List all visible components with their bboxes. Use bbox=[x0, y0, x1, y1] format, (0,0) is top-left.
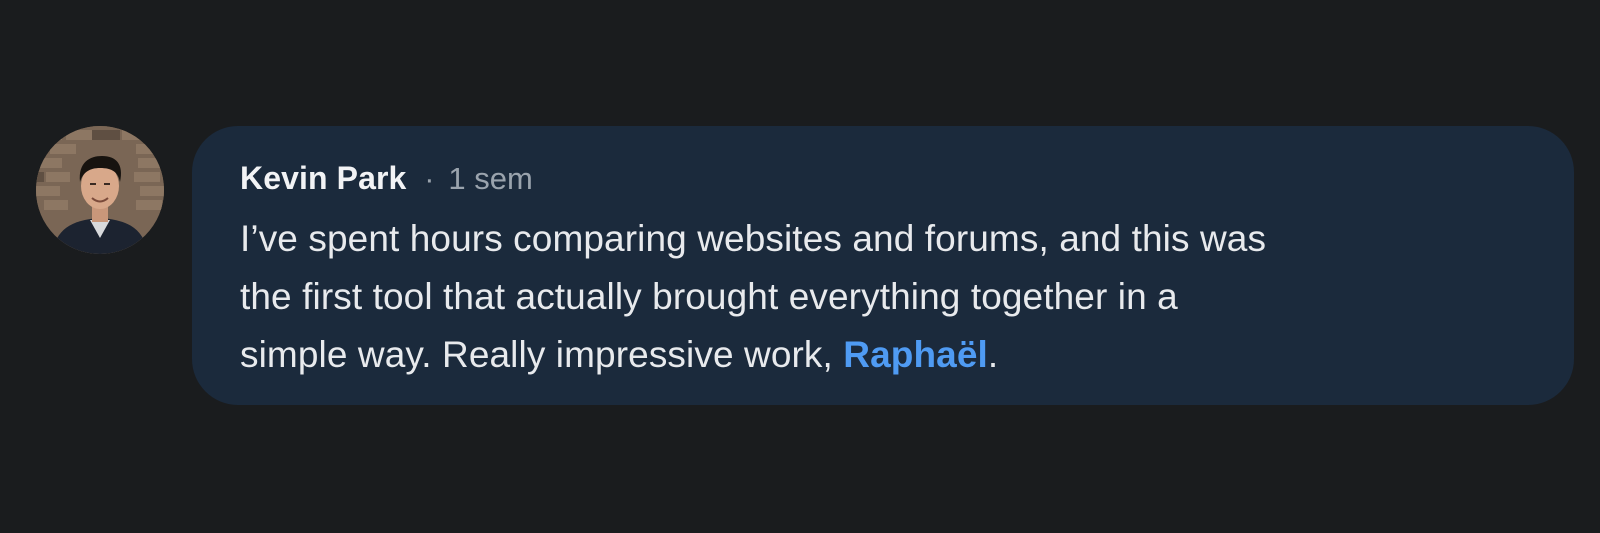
mention-link[interactable]: Raphaël bbox=[843, 334, 988, 375]
avatar[interactable] bbox=[36, 126, 164, 254]
comment-header: Kevin Park · 1 sem bbox=[240, 160, 1534, 204]
timestamp[interactable]: 1 sem bbox=[448, 161, 532, 197]
author-name[interactable]: Kevin Park bbox=[240, 160, 406, 197]
comment-line: simple way. Really impressive work, Raph… bbox=[240, 326, 1534, 384]
comment-line: I’ve spent hours comparing websites and … bbox=[240, 218, 1267, 259]
comment: Kevin Park · 1 sem I’ve spent hours comp… bbox=[0, 0, 1600, 533]
comment-text: I’ve spent hours comparing websites and … bbox=[240, 210, 1534, 384]
avatar-photo bbox=[36, 126, 164, 254]
comment-line-text: simple way. Really impressive work, bbox=[240, 334, 844, 375]
comment-line: the first tool that actually brought eve… bbox=[240, 276, 1178, 317]
trailing-punctuation: . bbox=[987, 334, 999, 375]
comment-bubble: Kevin Park · 1 sem I’ve spent hours comp… bbox=[192, 126, 1574, 405]
separator-dot: · bbox=[424, 163, 435, 196]
